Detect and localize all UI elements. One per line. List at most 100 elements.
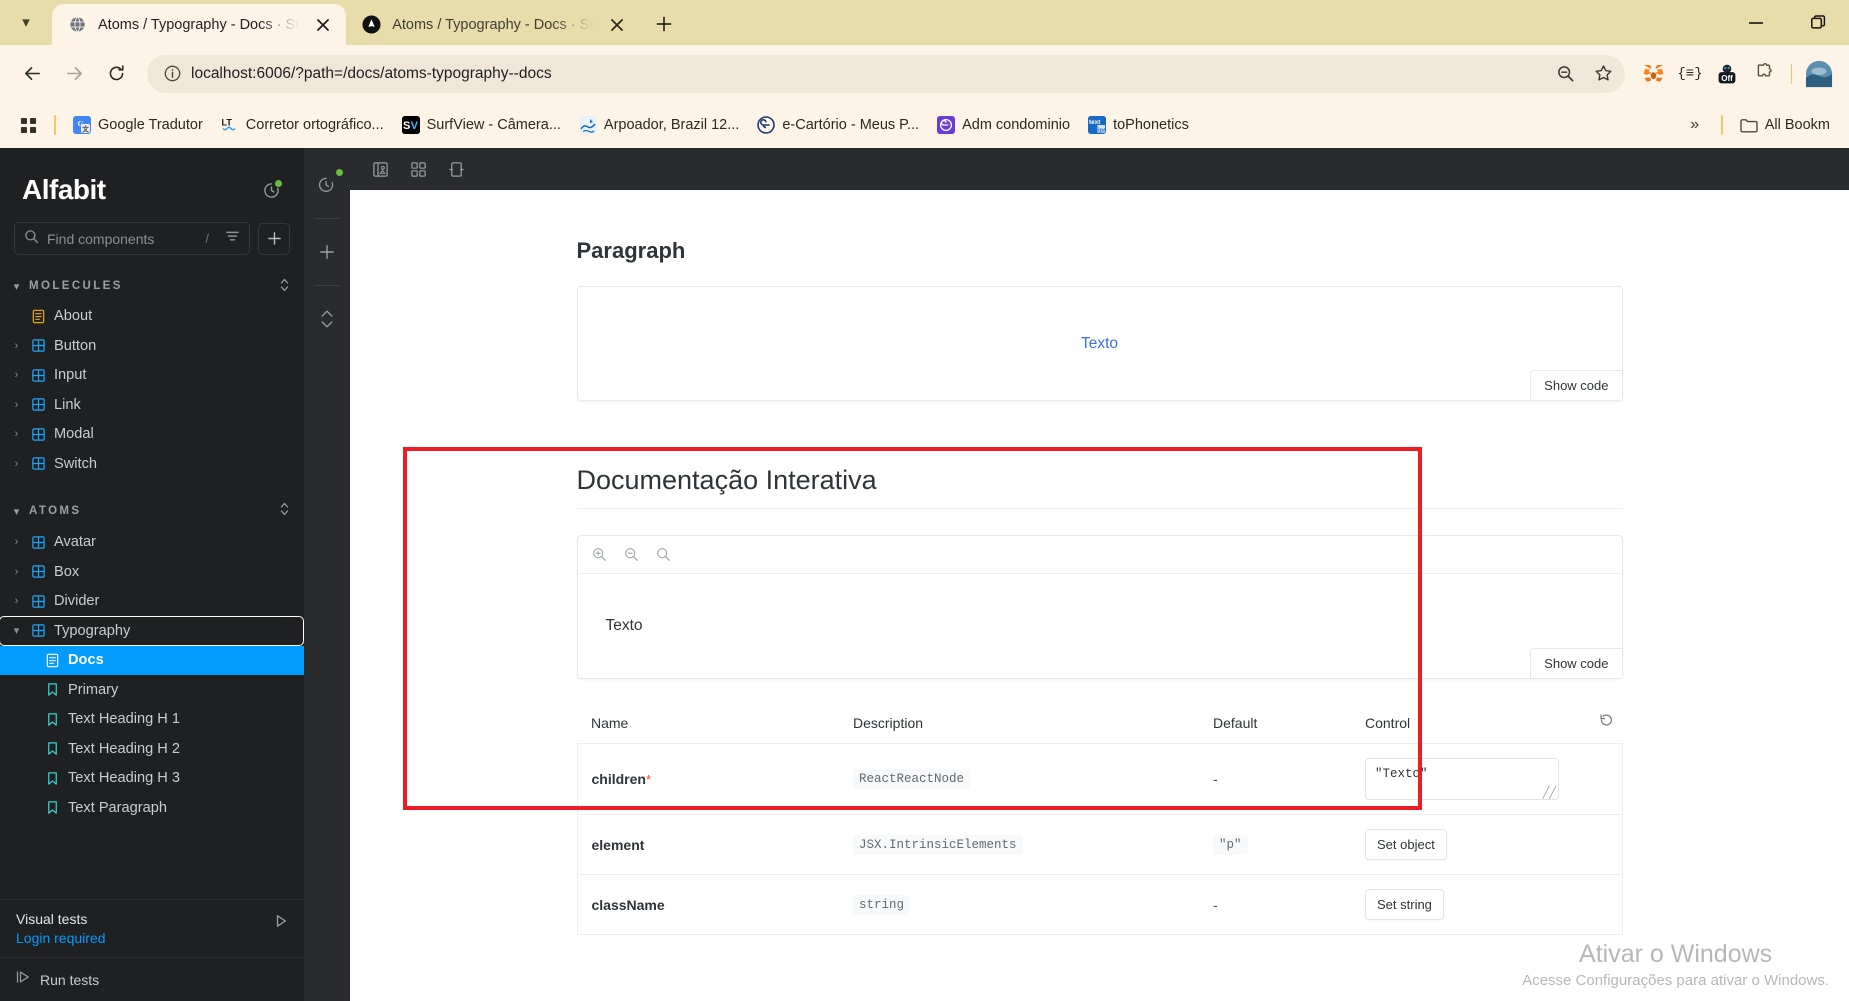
bookmark-corretor-ortografico[interactable]: LT Corretor ortográfico... <box>213 112 392 138</box>
site-info-icon[interactable] <box>159 61 185 87</box>
arg-type-chip[interactable]: JSX.IntrinsicElements <box>853 834 1023 855</box>
profile-avatar[interactable] <box>1802 57 1836 91</box>
sidebar-item-input[interactable]: › Input <box>0 361 304 391</box>
back-arrow-icon[interactable] <box>13 54 52 93</box>
tree-group-molecules[interactable]: ▾ MOLECULES <box>0 271 304 302</box>
expand-collapse-icon[interactable] <box>279 278 290 295</box>
args-table: Name Description Default Control childre… <box>577 713 1623 935</box>
arg-description-cell: JSX.IntrinsicElements <box>839 815 1199 875</box>
bookmark-tophonetics[interactable]: text ipa toPhonetics <box>1080 112 1197 138</box>
all-bookmarks-button[interactable]: All Bookm <box>1732 112 1838 138</box>
set-object-button[interactable]: Set object <box>1365 829 1447 860</box>
sidebar-item-text-heading-h3[interactable]: Text Heading H 3 <box>0 764 304 794</box>
paragraph-preview-text: Texto <box>1080 334 1119 352</box>
new-tab-button[interactable] <box>646 6 682 42</box>
zoom-in-icon[interactable] <box>592 547 607 562</box>
address-bar[interactable]: localhost:6006/?path=/docs/atoms-typogra… <box>147 54 1625 93</box>
children-control-input[interactable] <box>1365 758 1559 800</box>
sidebar-brand[interactable]: Alfabit <box>0 148 304 222</box>
bookmark-e-cartorio[interactable]: e-Cartório - Meus P... <box>749 112 927 138</box>
sidebar-item-about[interactable]: About <box>0 302 304 332</box>
json-formatter-extension-icon[interactable]: {≡} <box>1673 57 1707 91</box>
restore-icon[interactable] <box>1787 0 1849 45</box>
interactive-preview-text: Texto <box>605 617 643 634</box>
sidebar-item-switch[interactable]: › Switch <box>0 449 304 479</box>
tab-strip: ▾ Atoms / Typography - Docs · St Atoms /… <box>0 0 1849 45</box>
shortcuts-icon[interactable] <box>260 179 282 201</box>
sidebar-toggle-icon[interactable] <box>368 157 392 181</box>
set-string-button[interactable]: Set string <box>1365 889 1444 920</box>
arg-type-chip[interactable]: ReactReactNode <box>853 769 971 789</box>
chevron-double-right-icon[interactable]: » <box>1678 109 1712 141</box>
measure-icon[interactable] <box>444 157 468 181</box>
all-bookmarks-label: All Bookm <box>1764 117 1830 133</box>
browser-tab-1[interactable]: Atoms / Typography - Docs · St <box>52 4 347 45</box>
visual-tests-panel[interactable]: Visual tests Login required <box>0 900 304 958</box>
tab-search-button[interactable]: ▾ <box>0 0 52 45</box>
show-code-button[interactable]: Show code <box>1530 648 1622 678</box>
sidebar-item-divider[interactable]: › Divider <box>0 587 304 617</box>
bookmark-label: SurfView - Câmera... <box>426 117 561 133</box>
sidebar-item-primary[interactable]: Primary <box>0 675 304 705</box>
chevron-updown-icon[interactable] <box>312 304 342 334</box>
forward-arrow-icon[interactable] <box>55 54 94 93</box>
reload-icon[interactable] <box>97 54 136 93</box>
chevron-right-icon: › <box>14 398 19 411</box>
sidebar-item-typography[interactable]: ▾ Typography <box>0 616 304 646</box>
visual-tests-status[interactable]: Login required <box>16 930 106 946</box>
sidebar-item-text-heading-h1[interactable]: Text Heading H 1 <box>0 705 304 735</box>
interactive-docs-heading: Documentação Interativa <box>576 465 877 495</box>
args-table-header-row: Name Description Default Control <box>577 713 1622 744</box>
sidebar-item-docs[interactable]: Docs <box>0 645 304 675</box>
sidebar-item-text-heading-h2[interactable]: Text Heading H 2 <box>0 734 304 764</box>
watermark-subtitle: Acesse Configurações para ativar o Windo… <box>1522 972 1829 989</box>
sidebar-item-label: Text Paragraph <box>68 799 167 816</box>
zoom-out-icon[interactable] <box>1549 58 1581 90</box>
apps-grid-icon[interactable] <box>11 109 45 141</box>
expand-collapse-icon[interactable] <box>279 502 290 521</box>
close-icon[interactable] <box>310 12 336 38</box>
chevron-down-icon: ▾ <box>13 505 20 518</box>
chevron-down-icon: ▾ <box>13 280 20 293</box>
arg-name: className <box>591 896 665 913</box>
browser-tab-2[interactable]: Atoms / Typography - Docs · St <box>346 4 640 45</box>
chevron-right-icon: › <box>14 339 19 352</box>
add-component-button[interactable] <box>258 222 290 255</box>
play-icon[interactable] <box>274 911 288 931</box>
bookmarks-bar: G 文 Google Tradutor LT Corretor ortográf… <box>0 102 1849 148</box>
extensions-puzzle-icon[interactable] <box>1747 57 1781 91</box>
zoom-out-icon[interactable] <box>624 547 639 562</box>
bookmark-arpoador[interactable]: Arpoador, Brazil 12... <box>571 112 747 138</box>
reset-controls-icon[interactable] <box>1599 713 1614 732</box>
surfview-icon: S V <box>401 116 420 134</box>
storybook-logo-icon[interactable] <box>312 169 343 200</box>
bookmark-adm-condominio[interactable]: Adm condominio <box>929 112 1078 138</box>
sidebar-item-box[interactable]: › Box <box>0 557 304 587</box>
arg-type-chip[interactable]: string <box>853 894 911 915</box>
filter-icon[interactable] <box>225 229 240 249</box>
tree-group-atoms[interactable]: ▾ ATOMS <box>0 495 304 528</box>
sidebar-item-text-paragraph[interactable]: Text Paragraph <box>0 793 304 823</box>
sidebar-item-label: Modal <box>54 426 94 443</box>
search-input[interactable]: Find components / <box>14 222 250 255</box>
component-icon <box>30 338 47 353</box>
sidebar-item-button[interactable]: › Button <box>0 331 304 361</box>
metamask-extension-icon[interactable] <box>1636 57 1670 91</box>
minimize-icon[interactable] <box>1725 0 1787 45</box>
grid-view-icon[interactable] <box>406 157 430 181</box>
sidebar-item-label: Text Heading H 1 <box>68 711 180 728</box>
run-tests-button[interactable]: Run tests <box>0 958 304 1001</box>
close-icon[interactable] <box>604 12 630 38</box>
zoom-reset-icon[interactable] <box>656 547 671 562</box>
plus-icon[interactable] <box>312 237 342 267</box>
show-code-button[interactable]: Show code <box>1530 370 1622 400</box>
sidebar-item-modal[interactable]: › Modal <box>0 420 304 450</box>
svg-text:LT: LT <box>221 117 232 127</box>
star-icon[interactable] <box>1587 58 1619 90</box>
sidebar-item-link[interactable]: › Link <box>0 390 304 420</box>
bookmark-google-tradutor[interactable]: G 文 Google Tradutor <box>65 112 211 138</box>
sidebar-item-avatar[interactable]: › Avatar <box>0 528 304 558</box>
chevron-right-icon: › <box>14 595 19 608</box>
adblock-off-extension-icon[interactable]: Off <box>1710 57 1744 91</box>
bookmark-surfview[interactable]: S V SurfView - Câmera... <box>394 112 569 138</box>
